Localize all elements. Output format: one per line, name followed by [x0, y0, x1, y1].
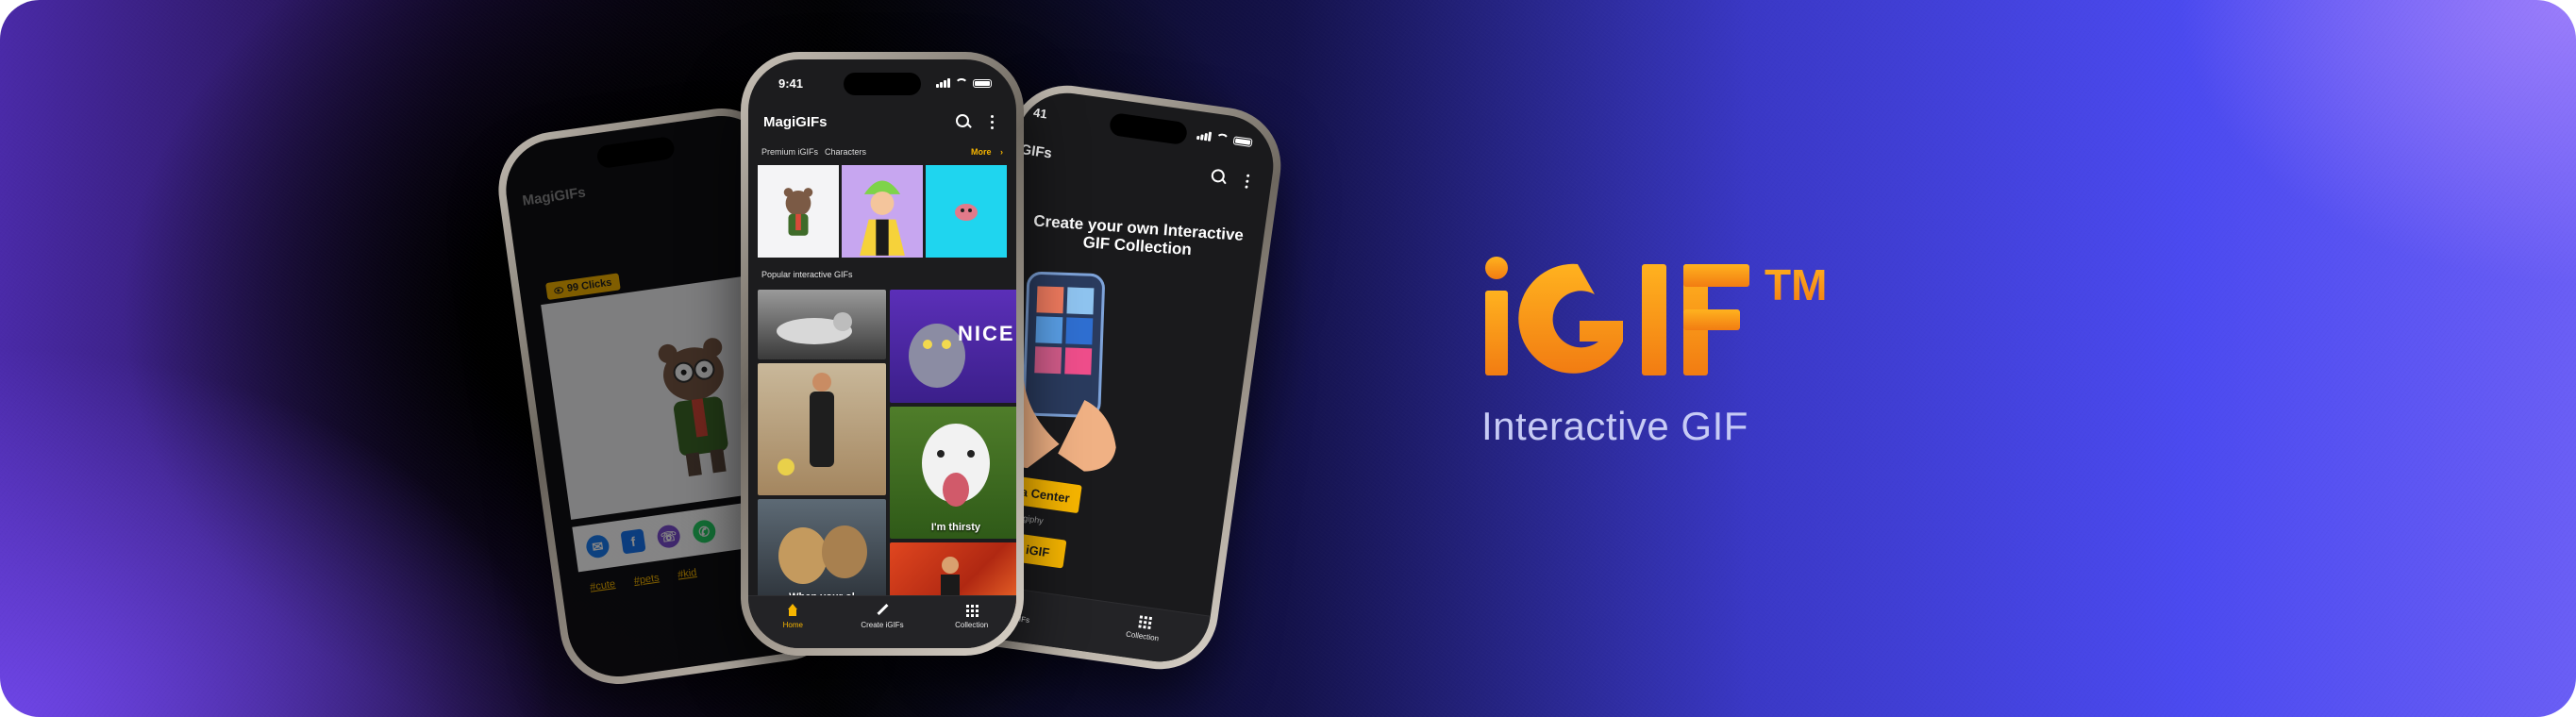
grid-icon: [965, 604, 979, 617]
messenger-icon[interactable]: ✉: [584, 533, 611, 559]
gif-tile[interactable]: [758, 290, 886, 359]
tag-item[interactable]: #pets: [633, 573, 660, 588]
premium-igifs-row: [758, 165, 1007, 258]
center-app-bar: MagiGIFs: [748, 103, 1016, 141]
status-icons: [1196, 130, 1253, 147]
center-phone-screen: 9:41 MagiGIFs Premium iGIFs Characters M…: [748, 59, 1016, 648]
tab-label: Home: [782, 621, 803, 629]
signal-icon: [1196, 130, 1213, 142]
premium-tile[interactable]: [758, 165, 839, 258]
battery-icon: [1232, 135, 1253, 147]
tab-home[interactable]: Home: [748, 596, 838, 648]
gif-caption: NICE: [958, 322, 1015, 345]
sleeping-figure-icon: [777, 312, 852, 344]
facebook-icon[interactable]: f: [620, 528, 646, 555]
home-icon: [786, 604, 799, 617]
wifi-icon: [1214, 132, 1230, 144]
tag-item[interactable]: #cute: [590, 578, 616, 593]
left-app-title: MagiGIFs: [521, 183, 587, 209]
tag-list: #cute #pets #kid: [590, 567, 698, 593]
dogs-icon: [778, 525, 867, 584]
section-label: Popular interactive GIFs: [761, 270, 853, 279]
gif-caption: I'm thirsty: [930, 522, 981, 533]
grid-icon: [1137, 614, 1152, 629]
bottom-tab-bar: Home Create iGIFs Collection: [748, 595, 1016, 648]
more-vert-icon[interactable]: [982, 112, 1001, 131]
app-title: MagiGIFs: [763, 113, 828, 130]
category-row: Premium iGIFs Characters More ›: [748, 142, 1016, 161]
pink-character-icon: [955, 204, 978, 221]
dancing-woman-icon: [778, 373, 834, 475]
gif-tile[interactable]: [758, 363, 886, 495]
gif-tile[interactable]: When your ol: [758, 499, 886, 607]
category-tab[interactable]: Premium iGIFs: [761, 147, 818, 157]
more-link[interactable]: More ›: [971, 147, 1003, 157]
center-phone-mockup: 9:41 MagiGIFs Premium iGIFs Characters M…: [741, 52, 1024, 656]
more-label: More: [970, 147, 992, 157]
more-vert-icon[interactable]: [1236, 170, 1258, 192]
brand-subtitle: Interactive GIF: [1481, 404, 1748, 448]
status-icons: [936, 78, 992, 88]
pencil-icon: [876, 604, 889, 617]
girl-character-icon: [860, 180, 905, 256]
premium-tile[interactable]: [842, 165, 923, 258]
wifi-icon: [955, 78, 968, 88]
status-time: 41: [1032, 105, 1048, 122]
whatsapp-icon[interactable]: ✆: [691, 518, 717, 544]
noise-texture: [0, 0, 2576, 717]
search-icon[interactable]: [1208, 166, 1229, 188]
goat-icon: [922, 424, 990, 507]
popular-gif-grid: NICE I'm thirsty When your ol: [758, 290, 1016, 607]
igif-logo: TM: [1481, 255, 1831, 396]
battery-icon: [973, 78, 992, 88]
viber-icon[interactable]: ☏: [656, 524, 682, 550]
tab-label: Create iGIFs: [861, 621, 904, 629]
tab-collection[interactable]: Collection: [1075, 599, 1210, 669]
brand-block: TM Interactive GIF: [1481, 255, 1831, 449]
category-tab[interactable]: Characters: [825, 147, 866, 157]
bear-character-icon: [783, 188, 813, 236]
center-status-bar: 9:41: [748, 71, 1016, 99]
signal-icon: [936, 78, 950, 88]
search-icon[interactable]: [954, 112, 973, 131]
premium-tile[interactable]: [926, 165, 1007, 258]
promo-banner: MagiGIFs 99 Clicks ✉ f ☏ ✆ #cute #pets #…: [0, 0, 2576, 717]
eye-icon: [553, 286, 564, 294]
status-time: 9:41: [778, 76, 804, 91]
gif-tile[interactable]: I'm thirsty: [890, 407, 1016, 539]
tab-collection[interactable]: Collection: [927, 596, 1016, 648]
trademark-mark: TM: [1765, 260, 1827, 309]
tag-item[interactable]: #kid: [677, 567, 697, 581]
clicks-count: 99 Clicks: [566, 276, 613, 294]
cat-icon: [909, 324, 965, 388]
gif-tile[interactable]: NICE: [890, 290, 1016, 403]
tab-label: Collection: [955, 621, 989, 629]
igif-logo-icon: TM: [1485, 257, 1827, 375]
tab-label: Collection: [1125, 629, 1160, 643]
tab-create-igifs[interactable]: Create iGIFs: [838, 596, 928, 648]
